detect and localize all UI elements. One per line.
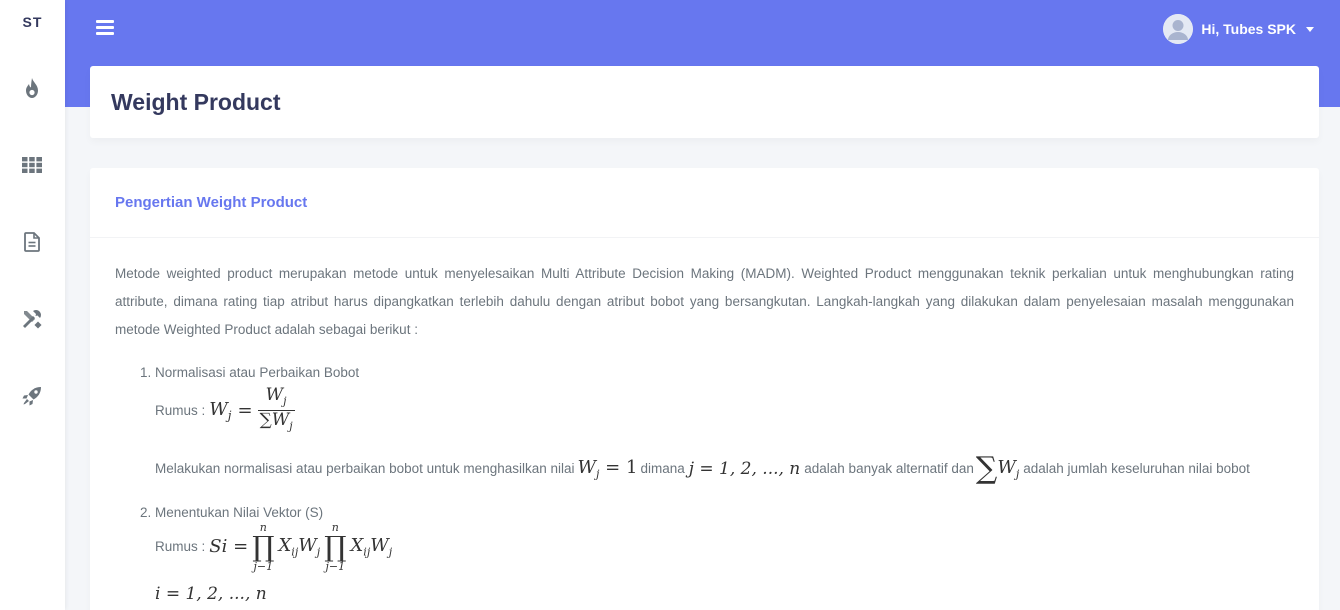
intro-paragraph: Metode weighted product merupakan metode… (115, 266, 1294, 337)
rocket-icon[interactable] (20, 384, 44, 408)
card-header: Pengertian Weight Product (90, 168, 1319, 238)
hamburger-menu-icon[interactable] (96, 20, 114, 36)
card-heading: Pengertian Weight Product (115, 194, 308, 211)
step-number: 1. (140, 365, 152, 380)
step-number: 2. (140, 504, 152, 520)
tools-icon[interactable] (20, 307, 44, 331)
step-title-text: Menentukan Nilai Vektor (S) (155, 504, 324, 520)
user-dropdown[interactable]: Hi, Tubes SPK (1163, 14, 1314, 44)
step-title-text: Normalisasi atau Perbaikan Bobot (155, 365, 360, 380)
formula-row: Rumus : Wj = Wj ∑Wj (155, 386, 1294, 436)
step-1-title: 1. Normalisasi atau Perbaikan Bobot (140, 364, 1294, 382)
list-item: 1. Normalisasi atau Perbaikan Bobot Rumu… (140, 364, 1294, 486)
file-alt-icon[interactable] (20, 230, 44, 254)
product-operator: n ∏ j−1 (324, 520, 347, 573)
formula-row: Rumus : Si = n ∏ j−1 XijWj n ∏ j−1 XijWj (155, 520, 393, 573)
list-item: 2. Menentukan Nilai Vektor (S) Rumus : S… (140, 504, 1294, 572)
rumus-label: Rumus : (155, 403, 206, 419)
page-title-card: Weight Product (90, 66, 1319, 138)
avatar (1163, 14, 1194, 44)
caret-down-icon (1306, 26, 1314, 32)
rumus-label: Rumus : (155, 539, 206, 555)
brand-logo[interactable]: ST (0, 0, 65, 44)
user-greeting: Hi, Tubes SPK (1201, 21, 1296, 37)
formula-eq: = (237, 400, 253, 422)
content-card: Pengertian Weight Product Metode weighte… (90, 168, 1319, 610)
page-title: Weight Product (111, 88, 281, 115)
formula-fraction: Wj ∑Wj (257, 386, 295, 436)
index-line: i = 1, 2, ..., n (155, 583, 267, 604)
step-1-explanation: Melakukan normalisasi atau perbaikan bob… (155, 450, 1250, 486)
formula-lhs: Wj (209, 399, 232, 423)
sidebar: ST (0, 0, 65, 610)
card-body: Metode weighted product merupakan metode… (90, 238, 1319, 604)
step-2-title: 2. Menentukan Nilai Vektor (S) (140, 504, 1294, 522)
product-operator: n ∏ j−1 (252, 520, 275, 573)
fire-icon[interactable] (20, 76, 44, 100)
th-grid-icon[interactable] (20, 153, 44, 177)
steps-list: 1. Normalisasi atau Perbaikan Bobot Rumu… (115, 364, 1294, 572)
